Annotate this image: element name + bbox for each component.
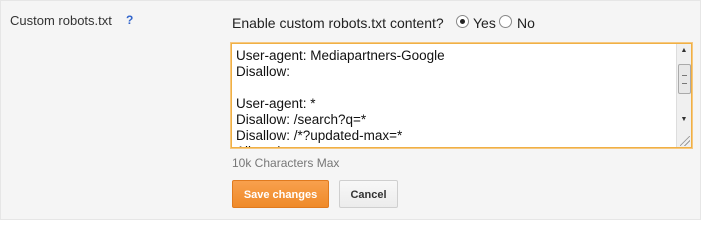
textarea-scrollbar[interactable]: ▲ ▼ (676, 44, 691, 147)
resize-grip-icon[interactable] (680, 136, 690, 146)
radio-yes[interactable] (456, 15, 469, 28)
robots-settings-panel: Custom robots.txt ? Enable custom robots… (0, 0, 701, 220)
character-limit-note: 10k Characters Max (232, 156, 340, 170)
save-changes-button[interactable]: Save changes (232, 180, 329, 208)
radio-yes-label[interactable]: Yes (473, 15, 496, 31)
scroll-down-arrow-icon[interactable]: ▼ (677, 113, 691, 127)
enable-question: Enable custom robots.txt content? (232, 15, 444, 31)
scroll-up-arrow-icon[interactable]: ▲ (677, 44, 691, 58)
robots-content-textarea[interactable]: User-agent: Mediapartners-Google Disallo… (231, 43, 692, 148)
robots-content-text[interactable]: User-agent: Mediapartners-Google Disallo… (236, 48, 675, 147)
radio-no-label[interactable]: No (517, 15, 535, 31)
radio-no[interactable] (499, 15, 512, 28)
help-icon[interactable]: ? (126, 13, 133, 27)
scrollbar-thumb[interactable] (678, 64, 691, 94)
cancel-button[interactable]: Cancel (339, 180, 398, 208)
setting-label: Custom robots.txt (10, 13, 112, 28)
